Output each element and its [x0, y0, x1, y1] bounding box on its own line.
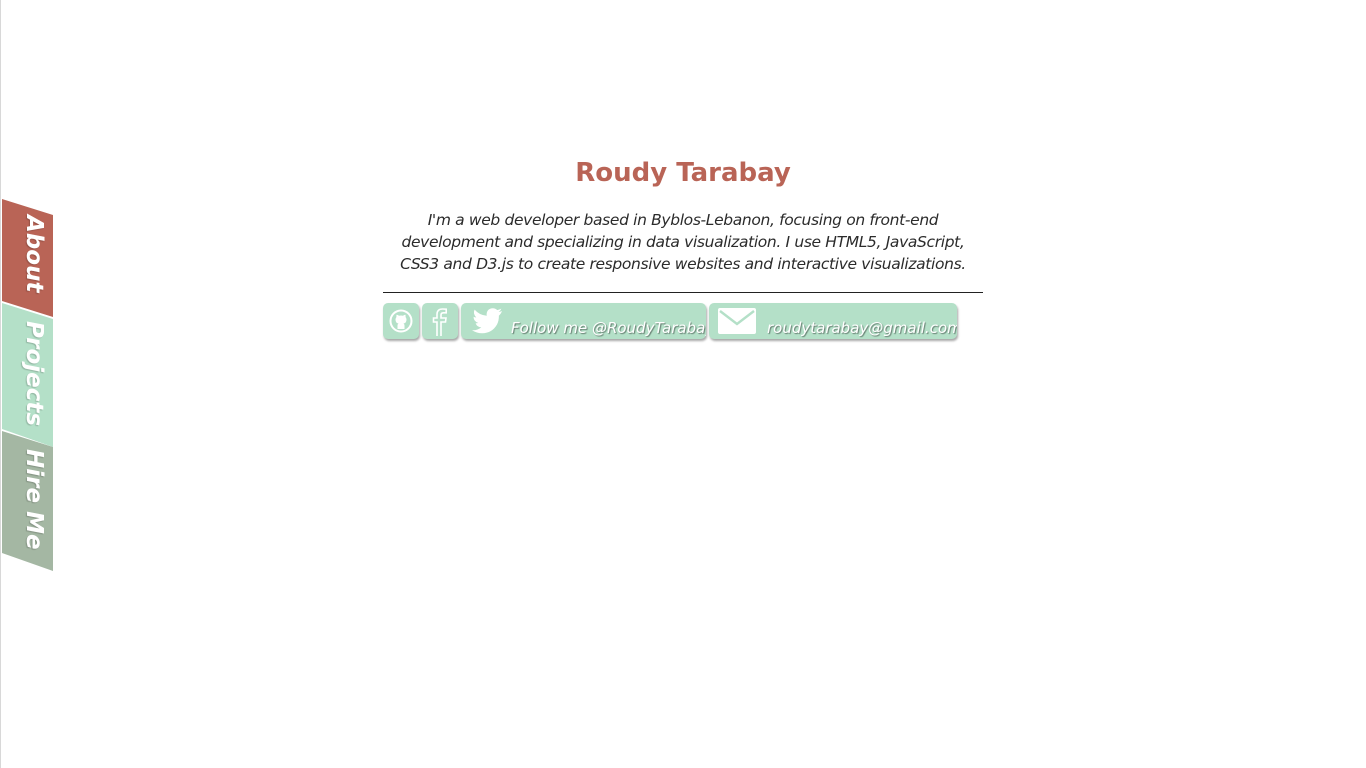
- nav-tab-about-label: About: [21, 215, 47, 293]
- page-edge: [0, 0, 1, 768]
- envelope-icon: [718, 308, 756, 334]
- github-button[interactable]: [383, 303, 419, 339]
- email-button[interactable]: roudytarabay@gmail.com: [709, 303, 957, 339]
- page-title: Roudy Tarabay: [575, 158, 791, 188]
- twitter-follow-label: Follow me @RoudyTarabay: [511, 319, 706, 337]
- nav-tab-projects-label: Projects: [21, 321, 47, 427]
- nav-tab-hire-me[interactable]: Hire Me: [2, 429, 53, 571]
- email-label: roudytarabay@gmail.com: [767, 319, 957, 337]
- side-nav: About Projects Hire Me: [2, 199, 54, 571]
- bio-text: I'm a web developer based in Byblos-Leba…: [400, 211, 966, 273]
- divider: [383, 292, 983, 293]
- nav-tab-projects[interactable]: Projects: [2, 301, 53, 447]
- twitter-follow-button[interactable]: Follow me @RoudyTarabay: [461, 303, 706, 339]
- main-content: Roudy Tarabay I'm a web developer based …: [383, 150, 983, 339]
- github-icon: [389, 309, 413, 333]
- social-links: Follow me @RoudyTarabay roudytarabay@gma…: [383, 303, 983, 339]
- facebook-button[interactable]: [422, 303, 458, 339]
- twitter-icon: [472, 308, 502, 334]
- facebook-icon: [432, 308, 447, 336]
- nav-tab-hire-me-label: Hire Me: [21, 449, 47, 550]
